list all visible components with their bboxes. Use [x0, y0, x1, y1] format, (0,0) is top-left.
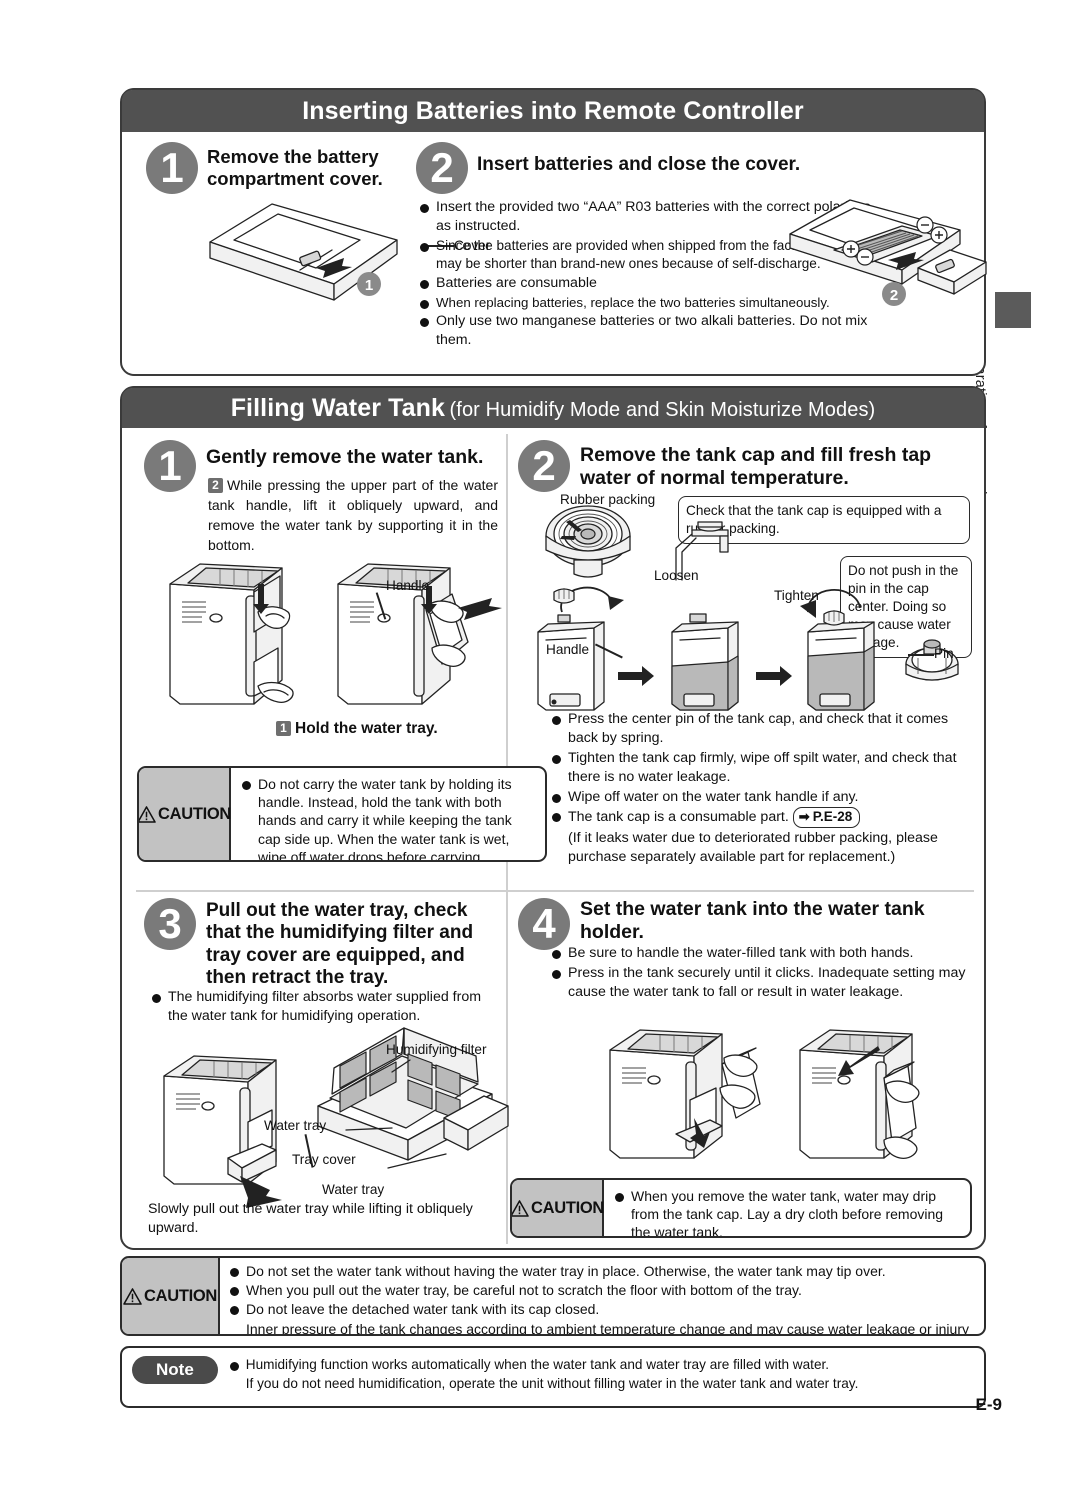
humidifying-filter-label: Humidifying filter [386, 1042, 487, 1057]
caution-box-remove-tank: CAUTION When you remove the water tank, … [510, 1178, 972, 1238]
reference-chip: ➡ P.E-28 [792, 807, 861, 829]
tank-step3-bullets: The humidifying filter absorbs water sup… [150, 988, 500, 1027]
caution-continuation: Inner pressure of the tank changes accor… [246, 1320, 969, 1336]
tank-step1-subtext: 2 While pressing the upper part of the wa… [208, 476, 498, 556]
handle-label-left: Handle [386, 578, 430, 593]
caution-label: CAUTION [143, 1286, 218, 1305]
water-tank-title-bold: Filling Water Tank [230, 394, 445, 422]
list-item: Be sure to handle the water-filled tank … [550, 944, 980, 963]
caution-body: Do not carry the water tank by holding i… [231, 768, 545, 860]
list-item: Do not set the water tank without having… [228, 1262, 976, 1280]
caution-body: When you remove the water tank, water ma… [604, 1180, 970, 1236]
remote-batteries-figure: 2 [789, 199, 987, 306]
note-continuation: If you do not need humidification, opera… [245, 1376, 859, 1392]
water-tank-section-title: Filling Water Tank (for Humidify Mode an… [122, 388, 984, 428]
water-tank-section-panel: Filling Water Tank (for Humidify Mode an… [120, 386, 986, 1250]
pin-label: Pin [934, 646, 954, 661]
tank-step3-number: 3 [144, 898, 196, 950]
battery-step1-title: Remove the battery compartment cover. [207, 146, 383, 189]
caution-box-carry-tank: CAUTION Do not carry the water tank by h… [137, 766, 547, 862]
tank-step1-sub-text: While pressing the upper part of the wat… [208, 477, 498, 553]
warning-triangle-icon [139, 805, 156, 823]
manual-page: Preparations for Operation Inserting Bat… [0, 0, 1080, 1487]
list-item: Tighten the tank cap firmly, wipe off sp… [550, 749, 980, 787]
caution-label: CAUTION [157, 804, 232, 823]
list-item: Press the center pin of the tank cap, an… [550, 710, 980, 748]
list-item: The tank cap is a consumable part. ➡ P.E-… [550, 807, 980, 829]
note-box: Note Humidifying function works automati… [120, 1346, 986, 1408]
fill-tank-figure [537, 505, 959, 711]
hold-water-tray-text: Hold the water tray. [295, 720, 438, 737]
tank-step1-number: 1 [144, 440, 196, 492]
warning-triangle-icon [123, 1287, 142, 1305]
list-item: Do not carry the water tank by holding i… [240, 775, 537, 860]
battery-section-panel: Inserting Batteries into Remote Controll… [120, 88, 987, 376]
list-item: When you pull out the water tray, be car… [228, 1281, 976, 1299]
hold-water-tray-number: 1 [276, 721, 291, 736]
handle-label-tank: Handle [546, 642, 590, 657]
reference-chip-label: P.E-28 [812, 809, 853, 825]
page-number: E-9 [975, 1395, 1002, 1414]
list-item: Only use two manganese batteries or two … [418, 312, 883, 350]
battery-step2-title: Insert batteries and close the cover. [477, 154, 801, 175]
caution-tag: CAUTION [122, 1258, 220, 1334]
caution-tag: CAUTION [512, 1180, 604, 1236]
set-tank-figure [609, 1029, 920, 1159]
water-tray-label-1: Water tray [264, 1118, 327, 1133]
loosen-label: Loosen [654, 568, 699, 583]
list-item: When you remove the water tank, water ma… [613, 1187, 962, 1236]
svg-text:1: 1 [365, 277, 373, 294]
bottom-caution-box: CAUTION Do not set the water tank withou… [120, 1256, 986, 1336]
water-tank-title-rest: (for Humidify Mode and Skin Moisturize M… [449, 399, 876, 421]
tank-step2-bullets: Press the center pin of the tank cap, an… [550, 710, 980, 868]
tray-cover-label: Tray cover [292, 1152, 356, 1167]
list-item: Do not leave the detached water tank wit… [228, 1300, 976, 1318]
tank-step3-footer: Slowly pull out the water tray while lif… [148, 1201, 473, 1237]
tank-step4-bullets: Be sure to handle the water-filled tank … [550, 944, 980, 1003]
tank-step1-title: Gently remove the water tank. [206, 446, 484, 468]
caution-label: CAUTION [530, 1198, 605, 1217]
note-body: Humidifying function works automatically… [228, 1356, 974, 1394]
tank-cap-consumable-tail: (If it leaks water due to deteriorated r… [568, 830, 938, 866]
row-divider [136, 890, 974, 892]
tank-step3-title: Pull out the water tray, check that the … [206, 900, 474, 989]
section-tab-marker [995, 292, 1031, 328]
column-divider-lower [506, 892, 508, 1244]
remove-tank-figure [169, 563, 502, 705]
arrow-right-icon: ➡ [798, 809, 810, 825]
tank-step1-sub-number: 2 [208, 478, 223, 493]
tank-cap-consumable-text: The tank cap is a consumable part. [568, 809, 789, 826]
caution-tag: CAUTION [139, 768, 231, 860]
list-item: Wipe off water on the water tank handle … [550, 788, 980, 807]
caution-body: Do not set the water tank without having… [220, 1258, 984, 1334]
list-item: Press in the tank securely until it clic… [550, 964, 980, 1002]
list-item: The humidifying filter absorbs water sup… [150, 988, 500, 1026]
tank-step4-title: Set the water tank into the water tank h… [580, 898, 925, 943]
tank-step2-number: 2 [518, 440, 570, 492]
tank-step2-title: Remove the tank cap and fill fresh tap w… [580, 444, 932, 489]
tighten-label: Tighten [774, 588, 819, 603]
water-tray-label-2: Water tray [322, 1182, 385, 1197]
battery-step2-number: 2 [416, 142, 468, 194]
warning-triangle-icon [512, 1199, 529, 1217]
svg-text:2: 2 [890, 287, 898, 304]
pin-leader-line [908, 654, 934, 656]
hold-water-tray-note: 1 Hold the water tray. [276, 718, 438, 740]
remote-cover-figure: 1 [209, 203, 398, 301]
note-label: Note [132, 1356, 218, 1384]
list-item: Humidifying function works automatically… [228, 1356, 974, 1374]
battery-step1-number: 1 [146, 142, 198, 194]
tank-step4-number: 4 [518, 898, 570, 950]
battery-section-title: Inserting Batteries into Remote Controll… [122, 90, 984, 132]
